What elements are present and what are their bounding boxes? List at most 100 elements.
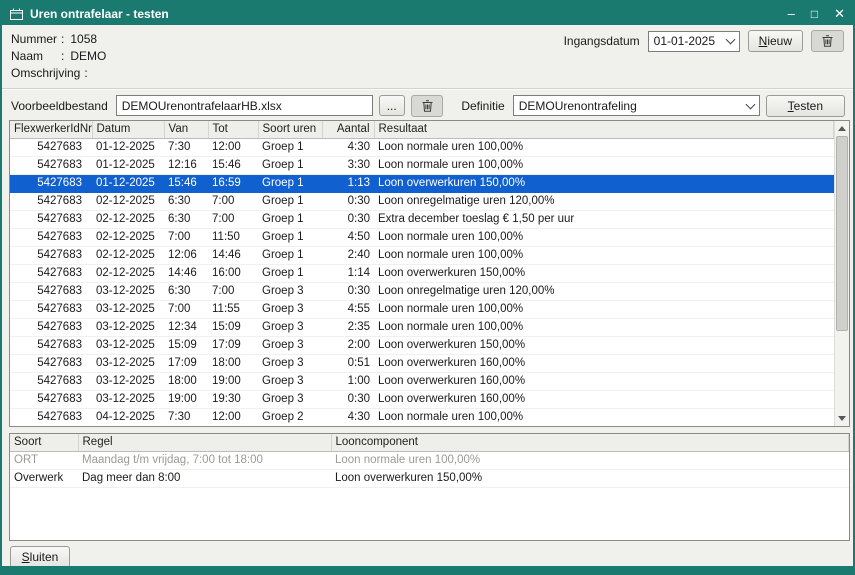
cell: Loon normale uren 100,00% xyxy=(374,408,834,426)
omschrijving-label: Omschrijving xyxy=(11,65,84,82)
browse-button[interactable]: ... xyxy=(379,95,405,116)
voorbeeldbestand-label: Voorbeeldbestand xyxy=(11,99,110,113)
delete-bestand-button[interactable] xyxy=(411,95,444,117)
cell: Groep 1 xyxy=(258,228,322,246)
nieuw-button[interactable]: Nieuw xyxy=(748,30,803,52)
cell: 02-12-2025 xyxy=(92,246,164,264)
scrollbar-thumb[interactable] xyxy=(836,136,848,331)
sluiten-button[interactable]: Sluiten xyxy=(10,546,70,568)
result-row[interactable]: 542768301-12-20257:3012:00Groep 14:30Loo… xyxy=(10,138,834,156)
cell: 14:46 xyxy=(164,264,208,282)
cell: Loon overwerkuren 150,00% xyxy=(374,336,834,354)
result-row[interactable]: 542768302-12-202514:4616:00Groep 11:14Lo… xyxy=(10,264,834,282)
column-header[interactable]: Soort xyxy=(10,434,78,451)
cell: 03-12-2025 xyxy=(92,336,164,354)
cell: 18:00 xyxy=(164,372,208,390)
cell: 5427683 xyxy=(10,390,92,408)
cell: 19:00 xyxy=(164,390,208,408)
scroll-up-button[interactable] xyxy=(835,121,849,136)
result-row[interactable]: 542768302-12-20256:307:00Groep 10:30Loon… xyxy=(10,192,834,210)
result-row[interactable]: 542768302-12-20257:0011:50Groep 14:50Loo… xyxy=(10,228,834,246)
cell: 2:40 xyxy=(322,246,374,264)
dialog-window: Uren ontrafelaar - testen – □ ✕ Nummer:1… xyxy=(0,0,855,575)
scroll-down-button[interactable] xyxy=(835,411,849,426)
result-row[interactable]: 542768302-12-202512:0614:46Groep 12:40Lo… xyxy=(10,246,834,264)
cell: 6:30 xyxy=(164,282,208,300)
vertical-scrollbar[interactable] xyxy=(834,121,849,426)
cell: 0:30 xyxy=(322,282,374,300)
column-header[interactable]: Datum xyxy=(92,121,164,138)
cell: 3:30 xyxy=(322,156,374,174)
voorbeeldbestand-input[interactable] xyxy=(116,95,373,116)
cell: 7:00 xyxy=(164,300,208,318)
cell: 5427683 xyxy=(10,372,92,390)
column-header[interactable]: FlexwerkerIdNr xyxy=(10,121,92,138)
result-row[interactable]: 542768303-12-20256:307:00Groep 30:30Loon… xyxy=(10,282,834,300)
ingangsdatum-select[interactable]: 01-01-2025 xyxy=(648,31,740,52)
result-row[interactable]: 542768304-12-20257:3012:00Groep 24:30Loo… xyxy=(10,408,834,426)
cell: 03-12-2025 xyxy=(92,354,164,372)
result-row[interactable]: 542768303-12-202512:3415:09Groep 32:35Lo… xyxy=(10,318,834,336)
cell: 16:00 xyxy=(208,264,258,282)
result-row[interactable]: 542768303-12-202517:0918:00Groep 30:51Lo… xyxy=(10,354,834,372)
column-header[interactable]: Regel xyxy=(78,434,331,451)
definitie-value: DEMOUrenontrafeling xyxy=(519,99,742,113)
cell: 01-12-2025 xyxy=(92,138,164,156)
cell: 12:00 xyxy=(208,408,258,426)
chevron-down-icon xyxy=(722,32,739,51)
cell: 6:30 xyxy=(164,210,208,228)
result-row[interactable]: 542768302-12-20256:307:00Groep 10:30Extr… xyxy=(10,210,834,228)
cell: 7:00 xyxy=(208,192,258,210)
cell: 18:00 xyxy=(208,354,258,372)
separator xyxy=(2,88,853,90)
colon: : xyxy=(61,48,64,65)
close-button[interactable]: ✕ xyxy=(834,7,845,20)
result-row[interactable]: 542768303-12-202518:0019:00Groep 31:00Lo… xyxy=(10,372,834,390)
cell: 15:46 xyxy=(164,174,208,192)
cell: Loon normale uren 100,00% xyxy=(374,318,834,336)
cell: 5427683 xyxy=(10,174,92,192)
column-header[interactable]: Van xyxy=(164,121,208,138)
cell: Maandag t/m vrijdag, 7:00 tot 18:00 xyxy=(78,451,331,469)
result-row[interactable]: 542768301-12-202515:4616:59Groep 11:13Lo… xyxy=(10,174,834,192)
minimize-button[interactable]: – xyxy=(788,7,795,20)
cell: 12:00 xyxy=(208,138,258,156)
column-header[interactable]: Soort uren xyxy=(258,121,322,138)
trash-icon xyxy=(422,100,433,112)
cell: ORT xyxy=(10,451,78,469)
cell: 5427683 xyxy=(10,246,92,264)
chevron-down-icon xyxy=(742,96,759,115)
cell: 0:30 xyxy=(322,390,374,408)
result-row[interactable]: 542768303-12-202515:0917:09Groep 32:00Lo… xyxy=(10,336,834,354)
rules-header-row: SoortRegelLooncomponent xyxy=(10,434,849,451)
column-header[interactable]: Looncomponent xyxy=(331,434,849,451)
cell: 14:46 xyxy=(208,246,258,264)
cell: 5427683 xyxy=(10,408,92,426)
result-row[interactable]: 542768303-12-20257:0011:55Groep 34:55Loo… xyxy=(10,300,834,318)
cell: 12:34 xyxy=(164,318,208,336)
cell: 15:09 xyxy=(208,318,258,336)
bottom-accent-strip xyxy=(2,566,853,573)
testen-button[interactable]: Testen xyxy=(766,95,845,117)
column-header[interactable]: Resultaat xyxy=(374,121,834,138)
cell: Groep 3 xyxy=(258,300,322,318)
column-header[interactable]: Tot xyxy=(208,121,258,138)
result-row[interactable]: 542768301-12-202512:1615:46Groep 13:30Lo… xyxy=(10,156,834,174)
definitie-label: Definitie xyxy=(461,99,506,113)
result-row[interactable]: 542768303-12-202519:0019:30Groep 30:30Lo… xyxy=(10,390,834,408)
definitie-select[interactable]: DEMOUrenontrafeling xyxy=(513,95,760,116)
cell: 11:55 xyxy=(208,300,258,318)
cell: Loon normale uren 100,00% xyxy=(374,138,834,156)
results-header-row: FlexwerkerIdNrDatumVanTotSoort urenAanta… xyxy=(10,121,834,138)
cell: Loon overwerkuren 150,00% xyxy=(374,264,834,282)
maximize-button[interactable]: □ xyxy=(811,8,818,20)
cell: Loon overwerkuren 160,00% xyxy=(374,372,834,390)
delete-ingangsdatum-button[interactable] xyxy=(811,30,844,52)
titlebar: Uren ontrafelaar - testen – □ ✕ xyxy=(2,2,853,25)
rule-row[interactable]: OverwerkDag meer dan 8:00Loon overwerkur… xyxy=(10,469,849,487)
cell: 04-12-2025 xyxy=(92,408,164,426)
column-header[interactable]: Aantal xyxy=(322,121,374,138)
cell: 7:00 xyxy=(164,228,208,246)
cell: 7:30 xyxy=(164,408,208,426)
rule-row[interactable]: ORTMaandag t/m vrijdag, 7:00 tot 18:00Lo… xyxy=(10,451,849,469)
